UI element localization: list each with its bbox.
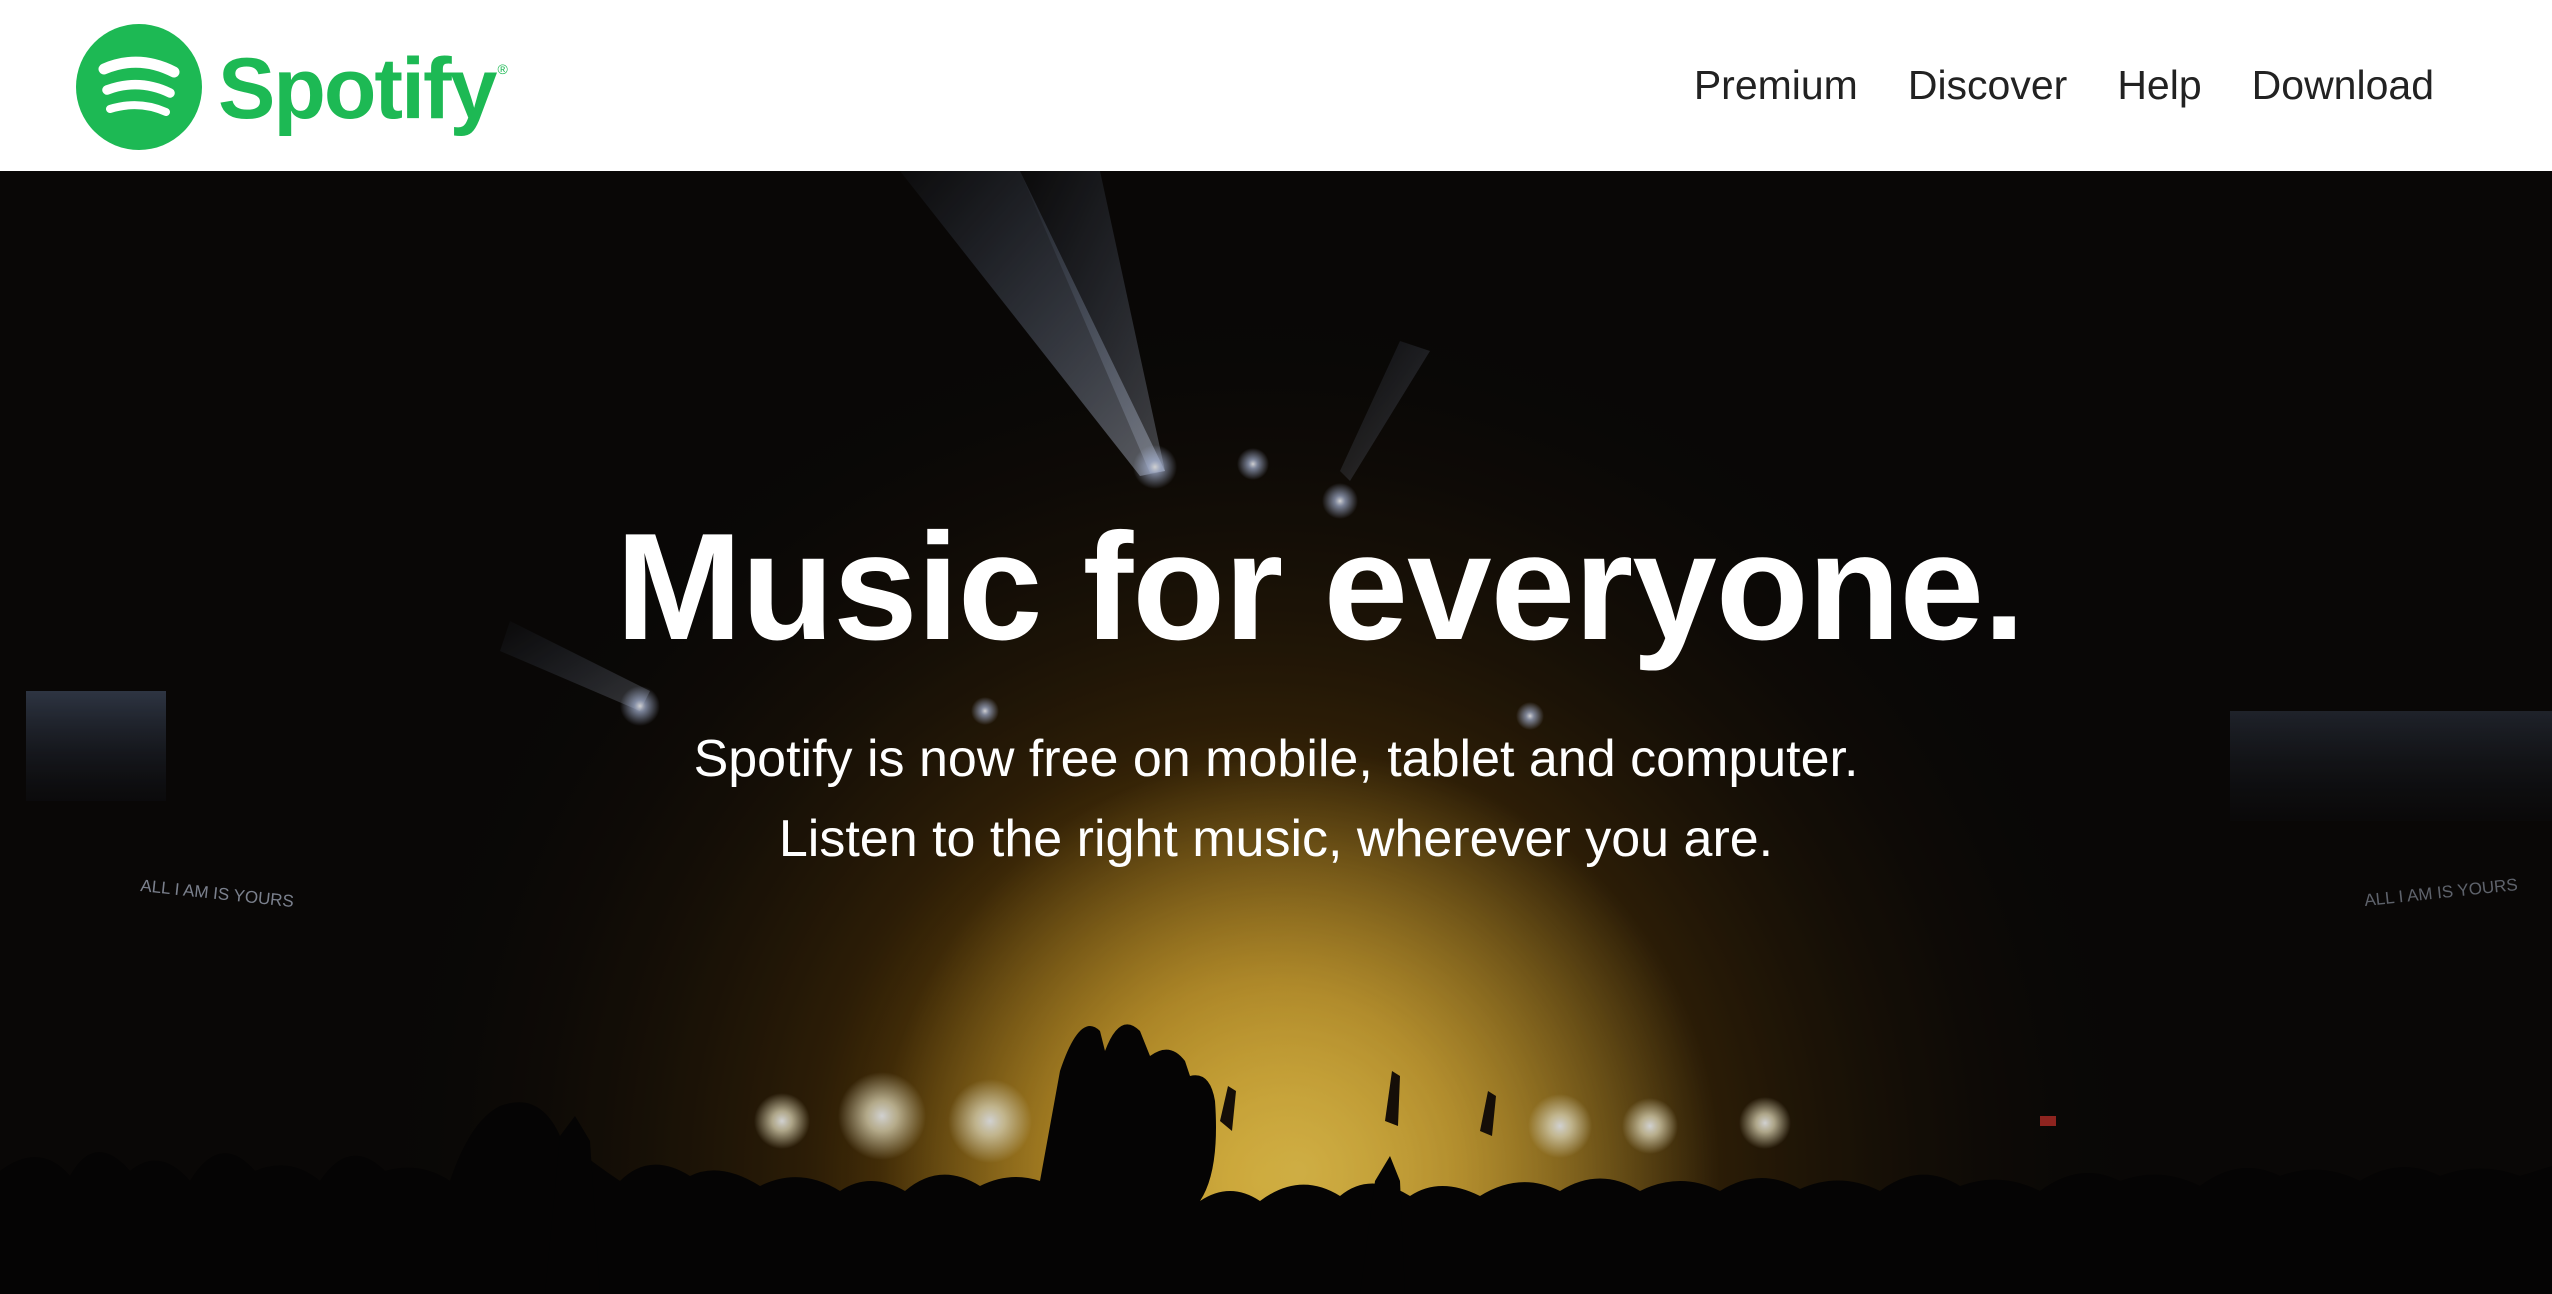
nav-download-link[interactable]: Download xyxy=(2252,62,2434,109)
nav-discover-link[interactable]: Discover xyxy=(1908,62,2067,109)
hero-subtitle-line-1: Spotify is now free on mobile, tablet an… xyxy=(693,730,1859,788)
spotify-logo-link[interactable]: Spotify ® xyxy=(76,24,508,150)
main-nav: Premium Discover Help Download xyxy=(1694,0,2434,171)
hero-subtitle: Spotify is now free on mobile, tablet an… xyxy=(0,719,2552,879)
hero-section: ALL I AM IS YOURS ALL I AM IS YOURS Musi… xyxy=(0,171,2552,1294)
hero-subtitle-line-2: Listen to the right music, wherever you … xyxy=(778,810,1774,868)
spotify-logo-icon xyxy=(76,24,202,150)
hero-title: Music for everyone. xyxy=(615,502,2026,672)
nav-premium-link[interactable]: Premium xyxy=(1694,62,1858,109)
nav-help-link[interactable]: Help xyxy=(2117,62,2201,109)
registered-mark: ® xyxy=(497,61,507,77)
spotify-wordmark: Spotify ® xyxy=(218,41,508,137)
site-header: Spotify ® Premium Discover Help Download xyxy=(0,0,2552,171)
